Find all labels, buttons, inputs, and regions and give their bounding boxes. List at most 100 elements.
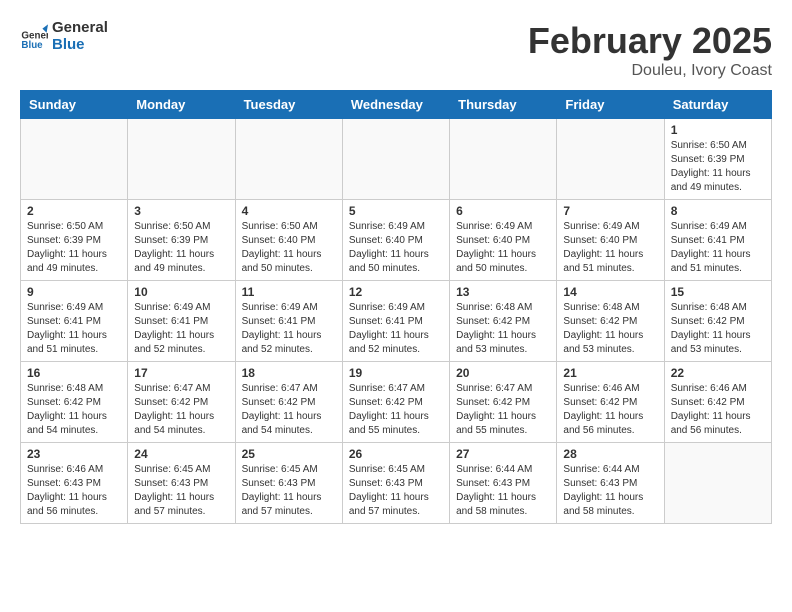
day-info: Sunrise: 6:47 AM Sunset: 6:42 PM Dayligh… (242, 382, 336, 438)
day-number: 27 (456, 447, 550, 461)
logo-general: General (52, 20, 108, 37)
calendar-cell: 6Sunrise: 6:49 AM Sunset: 6:40 PM Daylig… (450, 200, 557, 281)
day-number: 10 (134, 285, 228, 299)
logo: General Blue General Blue (20, 20, 108, 53)
title-block: February 2025 Douleu, Ivory Coast (528, 20, 772, 80)
calendar-cell: 7 Sunrise: 6:49 AM Sunset: 6:40 PM Daylig… (557, 200, 664, 281)
day-info: Sunrise: 6:49 AM Sunset: 6:41 PM Dayligh… (134, 301, 228, 357)
svg-text:Blue: Blue (21, 40, 43, 51)
logo-icon: General Blue (20, 23, 48, 51)
calendar-cell: 11 Sunrise: 6:49 AM Sunset: 6:41 PM Dayli… (235, 281, 342, 362)
calendar-cell: 27 Sunrise: 6:44 AM Sunset: 6:43 PM Dayli… (450, 443, 557, 524)
weekday-header-tuesday: Tuesday (235, 91, 342, 119)
weekday-header-row: SundayMondayTuesdayWednesdayThursdayFrid… (21, 91, 772, 119)
calendar-cell: 3Sunrise: 6:50 AM Sunset: 6:39 PM Daylig… (128, 200, 235, 281)
day-info: Sunrise: 6:48 AM Sunset: 6:42 PM Dayligh… (671, 301, 765, 357)
day-number: 20 (456, 366, 550, 380)
weekday-header-monday: Monday (128, 91, 235, 119)
day-info: Sunrise: 6:46 AM Sunset: 6:42 PM Dayligh… (671, 382, 765, 438)
day-info: Sunrise: 6:46 AM Sunset: 6:43 PM Dayligh… (27, 463, 121, 519)
day-number: 17 (134, 366, 228, 380)
calendar-cell: 21Sunrise: 6:46 AM Sunset: 6:42 PM Dayli… (557, 362, 664, 443)
day-number: 11 (242, 285, 336, 299)
day-info: Sunrise: 6:45 AM Sunset: 6:43 PM Dayligh… (134, 463, 228, 519)
location-title: Douleu, Ivory Coast (528, 62, 772, 80)
day-number: 28 (563, 447, 657, 461)
calendar-cell: 1 Sunrise: 6:50 AM Sunset: 6:39 PM Daylig… (664, 119, 771, 200)
calendar-cell: 16 Sunrise: 6:48 AM Sunset: 6:42 PM Dayli… (21, 362, 128, 443)
calendar-cell: 15 Sunrise: 6:48 AM Sunset: 6:42 PM Dayli… (664, 281, 771, 362)
calendar-week-1: 2 Sunrise: 6:50 AM Sunset: 6:39 PM Daylig… (21, 200, 772, 281)
calendar-cell: 23 Sunrise: 6:46 AM Sunset: 6:43 PM Dayli… (21, 443, 128, 524)
day-info: Sunrise: 6:48 AM Sunset: 6:42 PM Dayligh… (563, 301, 657, 357)
day-info: Sunrise: 6:44 AM Sunset: 6:43 PM Dayligh… (563, 463, 657, 519)
calendar-cell: 25 Sunrise: 6:45 AM Sunset: 6:43 PM Dayli… (235, 443, 342, 524)
day-number: 9 (27, 285, 121, 299)
day-number: 12 (349, 285, 443, 299)
day-number: 25 (242, 447, 336, 461)
day-number: 23 (27, 447, 121, 461)
day-info: Sunrise: 6:45 AM Sunset: 6:43 PM Dayligh… (349, 463, 443, 519)
calendar-cell (342, 119, 449, 200)
weekday-header-friday: Friday (557, 91, 664, 119)
calendar-cell (664, 443, 771, 524)
day-number: 4 (242, 204, 336, 218)
calendar-cell: 4 Sunrise: 6:50 AM Sunset: 6:40 PM Daylig… (235, 200, 342, 281)
calendar-week-2: 9 Sunrise: 6:49 AM Sunset: 6:41 PM Daylig… (21, 281, 772, 362)
calendar-week-4: 23 Sunrise: 6:46 AM Sunset: 6:43 PM Dayli… (21, 443, 772, 524)
calendar-cell: 5Sunrise: 6:49 AM Sunset: 6:40 PM Daylig… (342, 200, 449, 281)
calendar-cell: 20 Sunrise: 6:47 AM Sunset: 6:42 PM Dayli… (450, 362, 557, 443)
day-info: Sunrise: 6:48 AM Sunset: 6:42 PM Dayligh… (27, 382, 121, 438)
day-number: 22 (671, 366, 765, 380)
day-number: 5 (349, 204, 443, 218)
day-info: Sunrise: 6:49 AM Sunset: 6:41 PM Dayligh… (242, 301, 336, 357)
calendar-cell: 17 Sunrise: 6:47 AM Sunset: 6:42 PM Dayli… (128, 362, 235, 443)
day-info: Sunrise: 6:44 AM Sunset: 6:43 PM Dayligh… (456, 463, 550, 519)
day-info: Sunrise: 6:46 AM Sunset: 6:42 PM Dayligh… (563, 382, 657, 438)
day-number: 6 (456, 204, 550, 218)
weekday-header-sunday: Sunday (21, 91, 128, 119)
calendar-cell (128, 119, 235, 200)
calendar-cell: 8Sunrise: 6:49 AM Sunset: 6:41 PM Daylig… (664, 200, 771, 281)
weekday-header-wednesday: Wednesday (342, 91, 449, 119)
calendar-cell: 18 Sunrise: 6:47 AM Sunset: 6:42 PM Dayli… (235, 362, 342, 443)
calendar-cell: 26 Sunrise: 6:45 AM Sunset: 6:43 PM Dayli… (342, 443, 449, 524)
day-info: Sunrise: 6:45 AM Sunset: 6:43 PM Dayligh… (242, 463, 336, 519)
calendar-cell: 10 Sunrise: 6:49 AM Sunset: 6:41 PM Dayli… (128, 281, 235, 362)
day-info: Sunrise: 6:49 AM Sunset: 6:40 PM Dayligh… (563, 220, 657, 276)
weekday-header-saturday: Saturday (664, 91, 771, 119)
calendar-cell: 2 Sunrise: 6:50 AM Sunset: 6:39 PM Daylig… (21, 200, 128, 281)
calendar-cell (235, 119, 342, 200)
calendar-table: SundayMondayTuesdayWednesdayThursdayFrid… (20, 90, 772, 524)
calendar-cell: 22 Sunrise: 6:46 AM Sunset: 6:42 PM Dayli… (664, 362, 771, 443)
day-info: Sunrise: 6:50 AM Sunset: 6:39 PM Dayligh… (671, 139, 765, 195)
day-info: Sunrise: 6:47 AM Sunset: 6:42 PM Dayligh… (349, 382, 443, 438)
calendar-cell: 9 Sunrise: 6:49 AM Sunset: 6:41 PM Daylig… (21, 281, 128, 362)
month-title: February 2025 (528, 20, 772, 62)
day-number: 26 (349, 447, 443, 461)
day-number: 24 (134, 447, 228, 461)
day-info: Sunrise: 6:50 AM Sunset: 6:40 PM Dayligh… (242, 220, 336, 276)
day-number: 18 (242, 366, 336, 380)
day-number: 3 (134, 204, 228, 218)
day-number: 2 (27, 204, 121, 218)
day-info: Sunrise: 6:49 AM Sunset: 6:41 PM Dayligh… (27, 301, 121, 357)
calendar-cell: 13 Sunrise: 6:48 AM Sunset: 6:42 PM Dayli… (450, 281, 557, 362)
day-info: Sunrise: 6:48 AM Sunset: 6:42 PM Dayligh… (456, 301, 550, 357)
day-info: Sunrise: 6:49 AM Sunset: 6:41 PM Dayligh… (349, 301, 443, 357)
day-number: 1 (671, 123, 765, 137)
page-header: General Blue General Blue February 2025 … (20, 20, 772, 80)
day-number: 7 (563, 204, 657, 218)
day-info: Sunrise: 6:47 AM Sunset: 6:42 PM Dayligh… (134, 382, 228, 438)
day-info: Sunrise: 6:47 AM Sunset: 6:42 PM Dayligh… (456, 382, 550, 438)
calendar-cell: 14 Sunrise: 6:48 AM Sunset: 6:42 PM Dayli… (557, 281, 664, 362)
calendar-week-0: 1 Sunrise: 6:50 AM Sunset: 6:39 PM Daylig… (21, 119, 772, 200)
day-number: 14 (563, 285, 657, 299)
calendar-cell: 12 Sunrise: 6:49 AM Sunset: 6:41 PM Dayli… (342, 281, 449, 362)
day-number: 16 (27, 366, 121, 380)
day-number: 13 (456, 285, 550, 299)
day-info: Sunrise: 6:50 AM Sunset: 6:39 PM Dayligh… (27, 220, 121, 276)
logo-blue: Blue (52, 37, 108, 54)
calendar-cell (557, 119, 664, 200)
day-number: 15 (671, 285, 765, 299)
